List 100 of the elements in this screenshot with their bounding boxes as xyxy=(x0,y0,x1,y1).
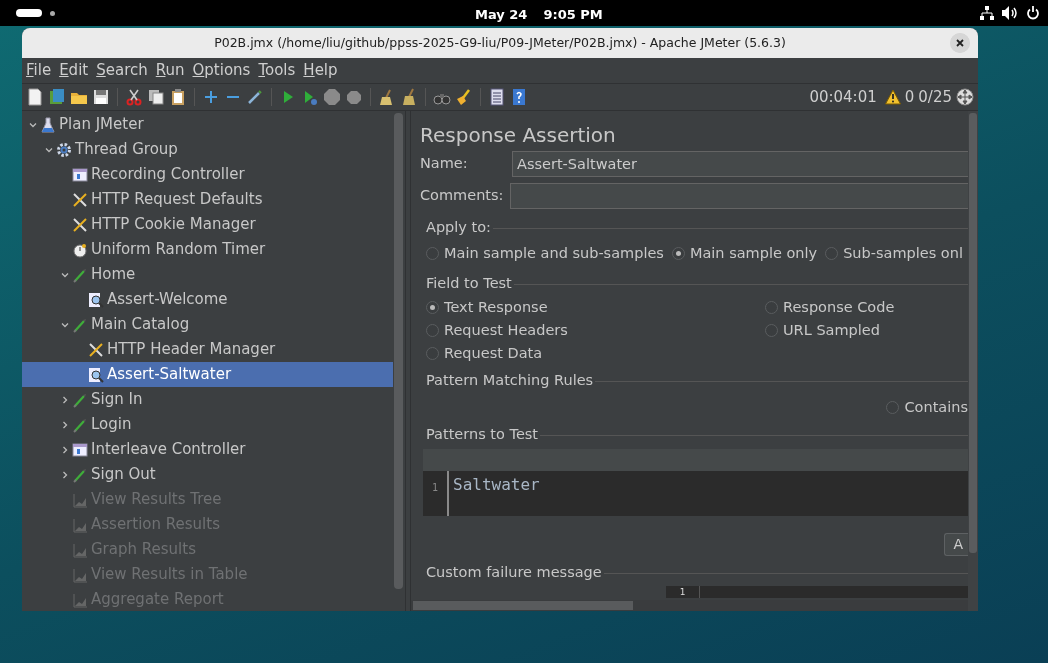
menu-item[interactable]: Options xyxy=(192,59,251,82)
name-field[interactable]: Assert-Saltwater xyxy=(512,151,968,177)
clock-time[interactable]: 9:05 PM xyxy=(543,5,603,25)
menu-item[interactable]: Help xyxy=(303,59,338,82)
clipboard-icon[interactable] xyxy=(169,88,187,106)
tree-item[interactable]: Thread Group xyxy=(22,137,393,162)
code-line: Saltwater xyxy=(452,474,540,496)
volume-icon[interactable] xyxy=(1002,6,1018,20)
wrench-icon xyxy=(72,216,88,233)
tree-item[interactable]: Uniform Random Timer xyxy=(22,237,393,262)
tree-label: Recording Controller xyxy=(91,164,245,186)
tree-item[interactable]: Interleave Controller xyxy=(22,437,393,462)
radio-option[interactable]: Contains xyxy=(886,396,968,419)
pipette-icon xyxy=(72,391,88,408)
wrench-icon xyxy=(72,191,88,208)
tree-label: Sign In xyxy=(91,389,143,411)
chart-icon xyxy=(72,516,88,533)
tree-item[interactable]: Assert-Welcome xyxy=(22,287,393,312)
thread-count: 0/25 xyxy=(918,86,952,108)
menu-item[interactable]: Edit xyxy=(59,59,89,82)
power-icon[interactable] xyxy=(1026,6,1040,20)
tree-item[interactable]: Main Catalog xyxy=(22,312,393,337)
tree-item[interactable]: Home xyxy=(22,262,393,287)
tree-item[interactable]: Recording Controller xyxy=(22,162,393,187)
radio-option[interactable]: URL Sampled xyxy=(765,319,968,342)
chevron-down-icon[interactable] xyxy=(61,270,69,279)
window-icon xyxy=(72,166,88,183)
section-label: Custom failure message xyxy=(426,563,602,583)
tree-label: HTTP Cookie Manager xyxy=(91,214,256,236)
chevron-right-icon[interactable] xyxy=(61,420,69,429)
section-label: Field to Test xyxy=(426,274,512,294)
tree-item[interactable]: Sign Out xyxy=(22,462,393,487)
chevron-down-icon[interactable] xyxy=(29,120,37,129)
field-label: Comments: xyxy=(420,186,505,206)
chevron-right-icon[interactable] xyxy=(61,470,69,479)
add-button[interactable]: A xyxy=(944,533,968,556)
clock-date[interactable]: May 24 xyxy=(475,5,528,25)
tree-label: Plan JMeter xyxy=(59,114,144,136)
scissors-icon[interactable] xyxy=(125,88,143,106)
tree-item[interactable]: Login xyxy=(22,412,393,437)
tree-item[interactable]: Plan JMeter xyxy=(22,112,393,137)
chevron-right-icon[interactable] xyxy=(61,395,69,404)
chart-icon xyxy=(72,541,88,558)
radio-option[interactable]: Text Response xyxy=(426,296,765,319)
tree-item[interactable]: Sign In xyxy=(22,387,393,412)
network-icon[interactable] xyxy=(980,6,994,20)
tree-label: HTTP Header Manager xyxy=(107,339,276,361)
page-icon[interactable] xyxy=(26,88,44,106)
chevron-down-icon[interactable] xyxy=(45,145,53,154)
gear-icon xyxy=(56,141,72,158)
copy-icon[interactable] xyxy=(147,88,165,106)
radio-option[interactable]: Request Headers xyxy=(426,319,765,342)
save-icon[interactable] xyxy=(92,88,110,106)
radio-option[interactable]: Main sample only xyxy=(671,242,818,265)
radio-option[interactable]: Request Data xyxy=(426,342,765,365)
magnifier-icon xyxy=(88,366,104,383)
tree-label: Main Catalog xyxy=(91,314,190,336)
broom-icon[interactable] xyxy=(400,88,418,106)
message-editor[interactable]: 1 xyxy=(666,586,968,598)
tree-item[interactable]: HTTP Request Defaults xyxy=(22,187,393,212)
plus-icon[interactable] xyxy=(202,88,220,106)
chevron-right-icon[interactable] xyxy=(61,445,69,454)
help-icon[interactable] xyxy=(510,88,528,106)
list-icon[interactable] xyxy=(488,88,506,106)
elapsed-time: 00:04:01 xyxy=(809,86,877,108)
radio-option[interactable]: Response Code xyxy=(765,296,968,319)
window-title: P02B.jmx (/home/liu/github/ppss-2025-G9-liu/P09-JMeter/P02B.jmx) - Apache JMeter (5.6.3) xyxy=(214,33,786,52)
tree-item[interactable]: HTTP Cookie Manager xyxy=(22,212,393,237)
tree-item[interactable]: Assert-Saltwater xyxy=(22,362,393,387)
activities-indicator[interactable] xyxy=(16,9,42,17)
workspace-dot[interactable] xyxy=(50,10,55,16)
warning-icon[interactable] xyxy=(884,89,901,105)
scrollbar-thumb[interactable] xyxy=(394,113,403,589)
pipette-icon xyxy=(72,416,88,433)
wand-icon[interactable] xyxy=(246,88,264,106)
stop-icon[interactable] xyxy=(323,88,341,106)
menu-item[interactable]: Tools xyxy=(258,59,296,82)
chart-icon xyxy=(72,566,88,583)
wrench-icon xyxy=(88,341,104,358)
magnifier-icon xyxy=(88,291,104,308)
section-label: Pattern Matching Rules xyxy=(426,371,594,391)
section-label: Apply to: xyxy=(426,218,491,238)
chevron-down-icon[interactable] xyxy=(61,320,69,329)
radio-option[interactable]: Sub-samples onl xyxy=(825,242,963,265)
menu-item[interactable]: File xyxy=(26,59,52,82)
globe-icon[interactable] xyxy=(956,88,974,106)
chart-icon xyxy=(72,591,88,608)
tree-label: Interleave Controller xyxy=(91,439,246,461)
broom-icon[interactable] xyxy=(455,88,473,106)
stop-icon[interactable] xyxy=(345,88,363,106)
menu-item[interactable]: Run xyxy=(155,59,185,82)
tree-label: Thread Group xyxy=(75,139,178,161)
section-label: Patterns to Test xyxy=(426,425,539,445)
menu-item[interactable]: Search xyxy=(96,59,148,82)
comments-field[interactable] xyxy=(510,183,968,209)
radio-option[interactable]: Main sample and sub-samples xyxy=(426,242,664,265)
tree-item[interactable]: HTTP Header Manager xyxy=(22,337,393,362)
window-icon xyxy=(72,441,88,458)
pipette-icon xyxy=(72,466,88,483)
code-editor[interactable]: 1 Saltwater xyxy=(423,471,968,516)
